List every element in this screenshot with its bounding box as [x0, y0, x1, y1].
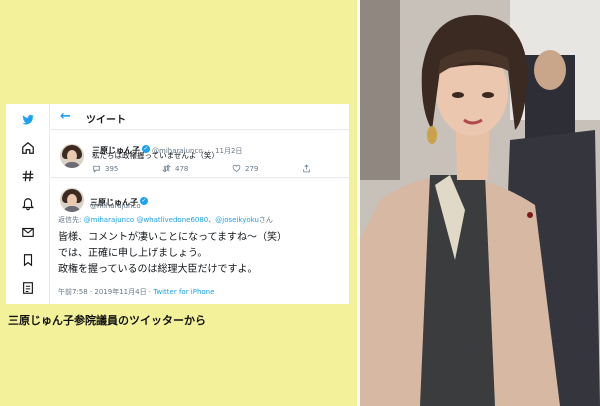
hashtag-icon[interactable] — [20, 168, 36, 184]
twitter-screenshot: ← ツイート 三原じゅん子 ✓ @miharajunco · 11月2日 私たちは政… — [6, 104, 349, 304]
bookmark-icon[interactable] — [20, 252, 36, 268]
reply-prefix: 返信先: — [58, 216, 82, 224]
arrow-left-icon[interactable]: ← — [60, 109, 71, 124]
photo-caption: 三原じゅん子参院議員のツイッターから — [8, 314, 206, 327]
bell-icon[interactable] — [20, 196, 36, 212]
quoted-tweet[interactable]: 三原じゅん子 ✓ @miharajunco · 11月2日 私たちは政権握っていませ… — [50, 130, 349, 178]
like-button[interactable]: 279 — [232, 164, 258, 173]
mention-link[interactable]: @miharajunco — [84, 216, 135, 224]
like-count: 279 — [245, 164, 259, 173]
nav-rail — [6, 104, 50, 304]
home-icon[interactable] — [20, 140, 36, 156]
reply-count: 395 — [105, 164, 119, 173]
mail-icon[interactable] — [20, 224, 36, 240]
reply-icon — [93, 165, 100, 173]
twitter-bird-icon[interactable] — [20, 112, 36, 128]
tweet-line: では、正確に申し上げましょう。 — [58, 248, 208, 259]
tweet-body: 皆様、コメントが凄いことになってますね～（笑） では、正確に申し上げましょう。 … — [58, 230, 287, 278]
tweet-actions: 395 478 279 — [92, 164, 332, 174]
portrait-photo — [360, 0, 600, 406]
retweet-count: 478 — [175, 164, 189, 173]
verified-icon: ✓ — [140, 196, 148, 205]
share-icon — [303, 164, 310, 173]
reply-button[interactable]: 395 — [92, 164, 118, 173]
reply-suffix: さん — [258, 216, 273, 224]
tweet-header: ← ツイート — [50, 104, 349, 130]
reply-to-line: 返信先: @miharajunco @whatlivedone6080、@jos… — [58, 215, 273, 225]
tweet-time[interactable]: 午前7:58 · 2019年11月4日 · — [58, 288, 151, 296]
tweet-line: 政権を握っているのは総理大臣だけですよ。 — [58, 264, 258, 275]
heart-icon — [232, 164, 241, 173]
tweet-source-link[interactable]: Twitter for iPhone — [153, 288, 214, 296]
mention-link[interactable]: @joseikyoku — [215, 216, 259, 224]
tweet-text: 私たちは政権握っていませんよ（笑） — [92, 151, 219, 160]
list-icon[interactable] — [20, 280, 36, 296]
tweet-date[interactable]: 11月2日 — [215, 147, 242, 155]
mention-link[interactable]: @whatlivedone6080 — [136, 216, 208, 224]
share-button[interactable] — [302, 164, 311, 173]
avatar[interactable] — [60, 144, 84, 168]
page-title: ツイート — [86, 115, 126, 126]
tweet-line: 皆様、コメントが凄いことになってますね～（笑） — [58, 232, 287, 243]
main-tweet: 三原じゅん子 ✓ @miharajunco 返信先: @miharajunco @… — [50, 178, 349, 304]
tweet-timestamp-line: 午前7:58 · 2019年11月4日 · Twitter for iPhone — [58, 287, 214, 297]
author-handle[interactable]: @miharajunco — [90, 202, 141, 210]
retweet-button[interactable]: 478 — [162, 164, 188, 173]
retweet-icon — [162, 164, 171, 173]
avatar[interactable] — [60, 188, 84, 212]
